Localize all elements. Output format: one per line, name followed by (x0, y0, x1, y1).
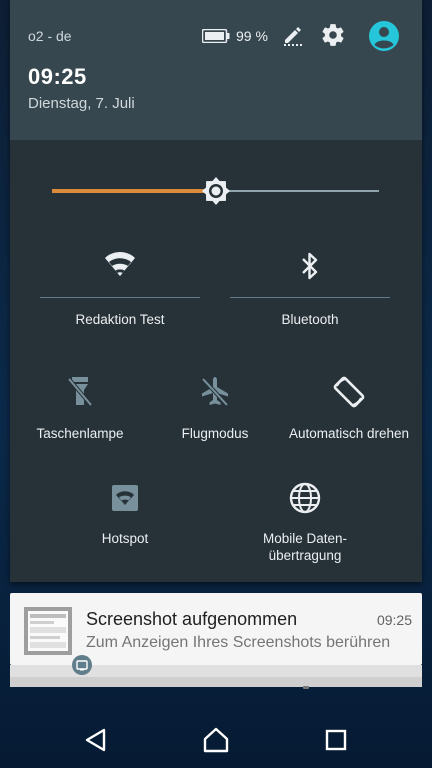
navigation-bar (0, 708, 432, 768)
home-icon[interactable] (202, 726, 230, 754)
brightness-thumb[interactable] (201, 176, 231, 206)
tile-flashlight[interactable]: Taschenlampe (20, 372, 140, 452)
back-icon[interactable] (82, 726, 110, 754)
tile-rotate[interactable]: Automatisch drehen (284, 372, 414, 452)
battery-icon (201, 28, 230, 48)
divider (230, 297, 390, 298)
tile-bluetooth-label: Bluetooth (281, 312, 339, 327)
edit-icon[interactable] (282, 24, 304, 51)
tile-airplane-label: Flugmodus (181, 426, 249, 441)
notification-stack-handle[interactable] (303, 686, 309, 689)
gear-icon[interactable] (320, 22, 346, 53)
notification-text: Zum Anzeigen Ihres Screenshots berühren (86, 634, 391, 651)
notification-title: Screenshot aufgenommen (86, 609, 298, 629)
status-header: o2 - de 99 % 09:25 Dienstag, 7. Juli (10, 0, 422, 140)
tile-mobile-data-label-line2: übertragung (268, 548, 342, 563)
tile-airplane[interactable]: Flugmodus (155, 372, 275, 452)
tile-rotate-label: Automatisch drehen (288, 426, 410, 441)
divider (40, 297, 200, 298)
clock: 09:25 (28, 64, 87, 89)
notification-stack (10, 677, 422, 687)
date[interactable]: Dienstag, 7. Juli (28, 95, 135, 112)
globe-icon (289, 482, 321, 517)
recents-icon[interactable] (322, 726, 350, 754)
tile-flashlight-label: Taschenlampe (36, 426, 124, 441)
notification-card[interactable]: Screenshot aufgenommen 09:25 Zum Anzeige… (10, 593, 422, 675)
rotate-icon (331, 374, 367, 413)
brightness-icon (201, 177, 230, 205)
tile-hotspot[interactable]: Hotspot (65, 480, 185, 560)
flashlight-icon (66, 374, 94, 411)
brightness-fill (52, 189, 216, 193)
screenshot-thumbnail (24, 607, 92, 675)
carrier-label: o2 - de (28, 28, 72, 44)
account-icon[interactable] (368, 20, 400, 57)
tile-wifi[interactable]: Redaktion Test (40, 245, 200, 335)
hotspot-icon (111, 484, 139, 515)
tile-mobile-data[interactable]: Mobile Daten- übertragung (240, 480, 370, 570)
tile-wifi-label: Redaktion Test (75, 312, 165, 327)
bluetooth-icon (299, 251, 321, 284)
tile-bluetooth[interactable]: Bluetooth (230, 245, 390, 335)
airplane-icon (199, 374, 231, 411)
battery-percent: 99 % (236, 28, 268, 44)
notification-time: 09:25 (376, 612, 412, 628)
tile-hotspot-label: Hotspot (101, 531, 149, 546)
wifi-icon (104, 251, 136, 280)
tile-mobile-data-label-line1: Mobile Daten- (262, 531, 348, 546)
screenshot-badge-icon (72, 655, 92, 675)
